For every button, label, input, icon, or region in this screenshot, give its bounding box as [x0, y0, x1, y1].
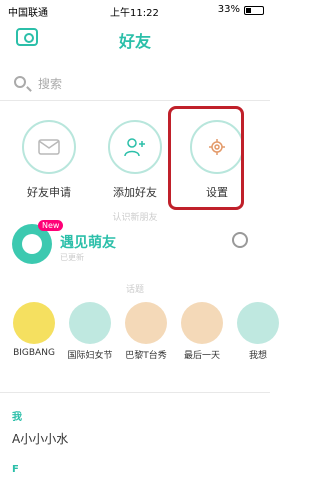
add-friend-button[interactable]: 添加好友: [100, 120, 170, 200]
topic-label: 最后一天: [183, 351, 220, 361]
contact-name[interactable]: A小小小水: [12, 430, 68, 447]
friend-request-button[interactable]: 好友申请: [14, 120, 84, 200]
time-label: 上午11:22: [110, 8, 159, 19]
search-placeholder: 搜索: [38, 77, 63, 91]
search-bar[interactable]: 搜索: [10, 72, 260, 96]
topic-item[interactable]: 我想: [232, 302, 284, 361]
topic-image: [237, 302, 279, 344]
topic-item[interactable]: BIGBANG: [8, 302, 60, 358]
topic-image: [181, 302, 223, 344]
add-friend-label: 添加好友: [113, 186, 157, 199]
index-letter: 我: [12, 412, 22, 423]
topic-item[interactable]: 最后一天: [176, 302, 228, 361]
index-letter: F: [12, 464, 19, 475]
divider: [0, 392, 270, 393]
meet-subtitle: 已更新: [60, 253, 84, 262]
battery-percent: 33%: [217, 4, 240, 15]
topic-item[interactable]: 巴黎T台秀: [120, 302, 172, 361]
friend-request-label: 好友申请: [27, 186, 71, 199]
carrier-label: 中国联通: [8, 8, 48, 19]
topics-header: 话题: [125, 285, 144, 295]
page-title: 好友: [118, 32, 151, 51]
status-bar: 中国联通 上午11:22 33%: [0, 0, 270, 20]
meet-friends-card[interactable]: New 遇见萌友 已更新: [12, 220, 262, 268]
search-icon: [14, 76, 26, 88]
topic-label: 我想: [248, 351, 267, 361]
highlight-annotation: [168, 106, 244, 210]
meet-title: 遇见萌友: [60, 235, 116, 251]
topic-label: BIGBANG: [13, 348, 55, 358]
topic-label: 巴黎T台秀: [125, 351, 167, 361]
topics-row: BIGBANG 国际妇女节 巴黎T台秀 最后一天 我想: [8, 302, 279, 362]
topic-image: [125, 302, 167, 344]
gear-icon[interactable]: [232, 232, 248, 248]
new-badge: New: [38, 220, 64, 231]
topic-image: [13, 302, 55, 344]
nav-bar: 好友: [0, 20, 270, 56]
topic-item[interactable]: 国际妇女节: [64, 302, 116, 361]
topic-image: [69, 302, 111, 344]
topic-label: 国际妇女节: [67, 351, 113, 361]
divider: [0, 100, 270, 101]
mail-icon: [22, 120, 76, 174]
battery-icon: [244, 6, 264, 15]
add-user-icon: [108, 120, 162, 174]
